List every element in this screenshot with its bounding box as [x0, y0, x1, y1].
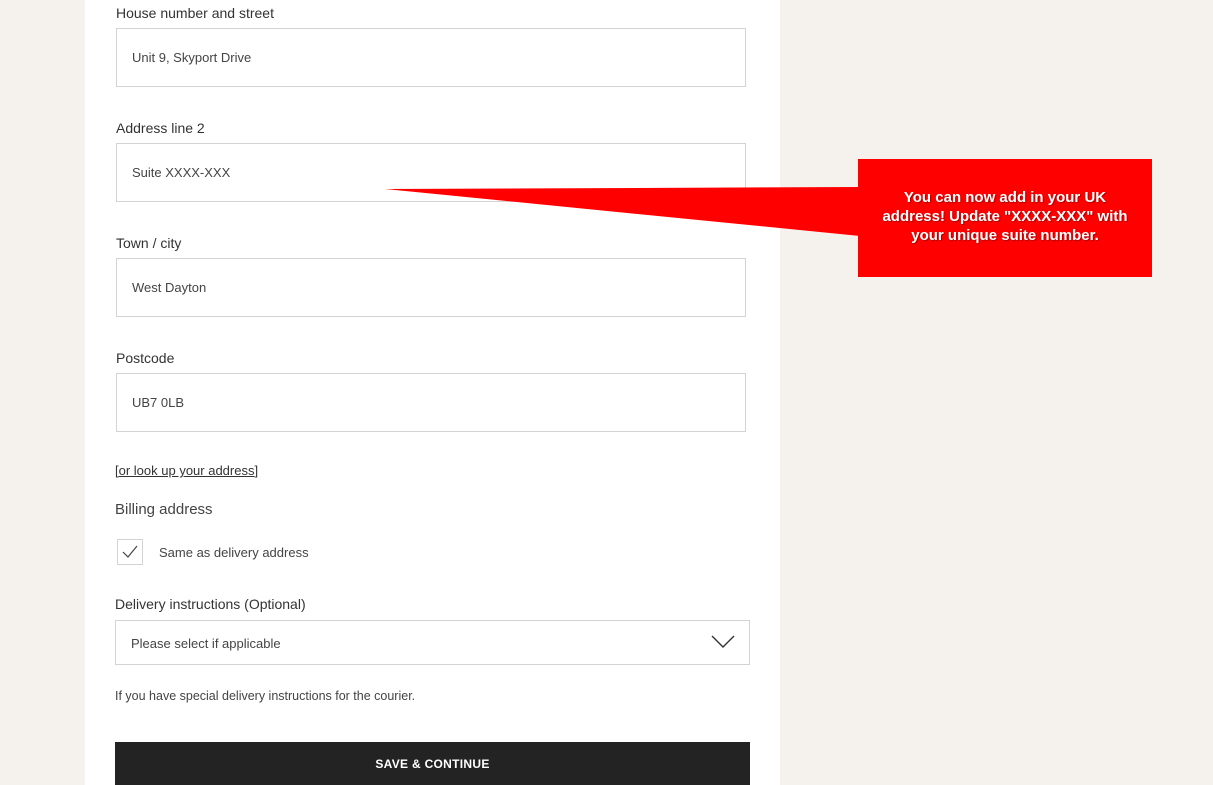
delivery-instructions-helper: If you have special delivery instruction… [115, 689, 416, 703]
callout-box: You can now add in your UK address! Upda… [858, 159, 1152, 277]
callout-line: address! Update "XXXX-XXX" with [882, 208, 1128, 225]
postcode-input[interactable] [117, 374, 745, 431]
address-line2-field[interactable] [116, 143, 746, 202]
town-city-input[interactable] [117, 259, 745, 316]
save-continue-button[interactable]: SAVE & CONTINUE [115, 742, 750, 785]
town-city-field[interactable] [116, 258, 746, 317]
delivery-instructions-select[interactable]: Please select if applicable [115, 620, 750, 665]
same-as-delivery-label: Same as delivery address [159, 545, 309, 560]
town-city-label: Town / city [116, 235, 182, 251]
delivery-instructions-value: Please select if applicable [131, 636, 281, 651]
callout-line: You can now add in your UK [903, 189, 1107, 206]
lookup-address-link[interactable]: [or look up your address] [115, 463, 258, 478]
postcode-field[interactable] [116, 373, 746, 432]
chevron-down-icon [711, 635, 735, 648]
house-street-field[interactable] [116, 28, 746, 87]
same-as-delivery-checkbox[interactable] [117, 539, 143, 565]
address-line2-input[interactable] [117, 144, 745, 201]
house-street-label: House number and street [116, 5, 274, 21]
checkmark-icon [122, 545, 138, 558]
postcode-label: Postcode [116, 350, 175, 366]
house-street-input[interactable] [117, 29, 745, 86]
callout-line: your unique suite number. [911, 227, 1099, 244]
delivery-instructions-label: Delivery instructions (Optional) [115, 596, 306, 612]
billing-address-title: Billing address [115, 501, 213, 518]
address-line2-label: Address line 2 [116, 120, 205, 136]
